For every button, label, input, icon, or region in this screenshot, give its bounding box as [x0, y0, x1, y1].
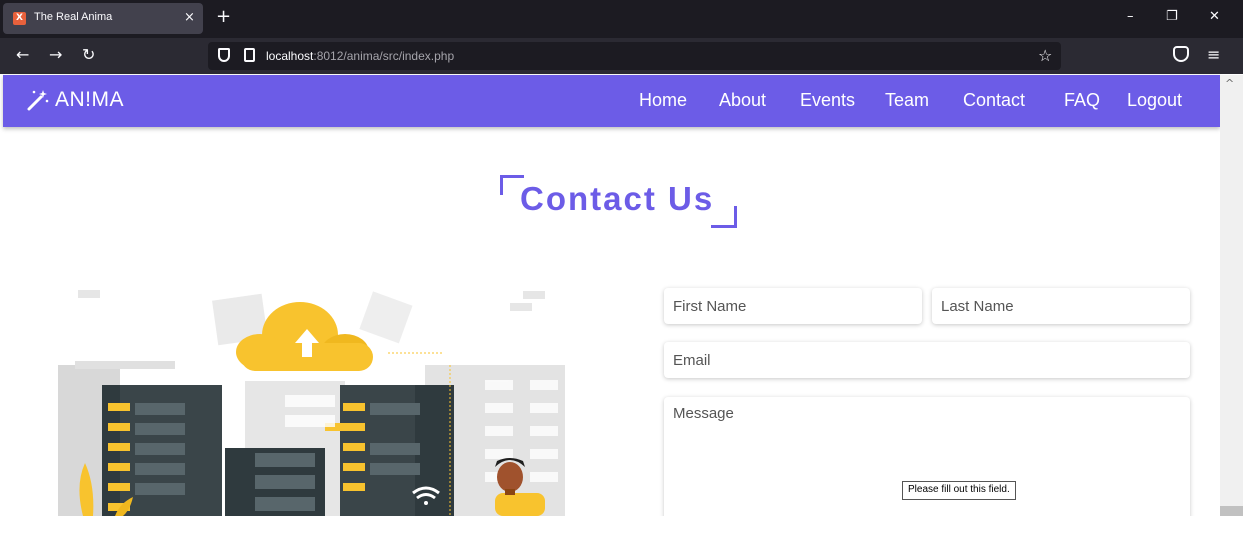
validation-tooltip: Please fill out this field.	[902, 481, 1016, 500]
heading-corner-decoration	[711, 206, 737, 228]
url-host: localhost	[266, 49, 314, 63]
message-textarea[interactable]	[664, 397, 1190, 522]
nav-link-events[interactable]: Events	[800, 90, 855, 111]
bookmark-star-icon[interactable]: ☆	[1038, 46, 1052, 65]
tab-title: The Real Anima	[34, 11, 113, 23]
url-path: :8012/anima/src/index.php	[313, 49, 455, 63]
page-title: Contact Us	[520, 180, 715, 217]
email-input[interactable]	[664, 342, 1190, 378]
reload-icon[interactable]: ↻	[82, 46, 95, 64]
url-bar[interactable]: localhost:8012/anima/src/index.php ☆	[208, 42, 1061, 70]
scrollbar-thumb[interactable]	[1220, 506, 1243, 516]
browser-tab[interactable]: X The Real Anima ×	[3, 3, 203, 34]
page-scrollbar[interactable]: ^	[1220, 75, 1243, 516]
maximize-button[interactable]: ❐	[1166, 9, 1178, 24]
hamburger-menu-icon[interactable]: ≡	[1207, 45, 1220, 64]
browser-tab-bar: X The Real Anima × + – ❐ ✕	[0, 0, 1243, 38]
last-name-input[interactable]	[932, 288, 1190, 324]
xampp-favicon-icon: X	[13, 12, 26, 25]
new-tab-button[interactable]: +	[216, 7, 231, 27]
page-info-icon[interactable]	[244, 48, 255, 62]
section-heading: Contact Us	[500, 175, 740, 230]
first-name-input[interactable]	[664, 288, 922, 324]
site-logo[interactable]: AN!MA	[55, 88, 124, 112]
tracking-shield-icon[interactable]	[218, 48, 230, 62]
server-room-illustration	[55, 285, 565, 516]
nav-link-home[interactable]: Home	[639, 90, 687, 111]
url-text[interactable]: localhost:8012/anima/src/index.php	[266, 49, 454, 63]
tab-close-icon[interactable]: ×	[184, 10, 195, 25]
nav-link-faq[interactable]: FAQ	[1064, 90, 1100, 111]
page-bottom-edge	[0, 516, 1243, 536]
nav-link-contact[interactable]: Contact	[963, 90, 1025, 111]
pocket-icon[interactable]	[1173, 46, 1189, 62]
nav-link-logout[interactable]: Logout	[1127, 90, 1182, 111]
site-navbar: AN!MA Home About Events Team Contact FAQ…	[3, 75, 1220, 127]
nav-link-team[interactable]: Team	[885, 90, 929, 111]
back-arrow-icon[interactable]: ←	[16, 46, 29, 64]
close-window-button[interactable]: ✕	[1209, 9, 1220, 24]
magic-wand-icon	[26, 88, 50, 117]
minimize-button[interactable]: –	[1127, 9, 1134, 24]
nav-link-about[interactable]: About	[719, 90, 766, 111]
forward-arrow-icon[interactable]: →	[49, 46, 62, 64]
scroll-up-icon[interactable]: ^	[1225, 77, 1234, 90]
